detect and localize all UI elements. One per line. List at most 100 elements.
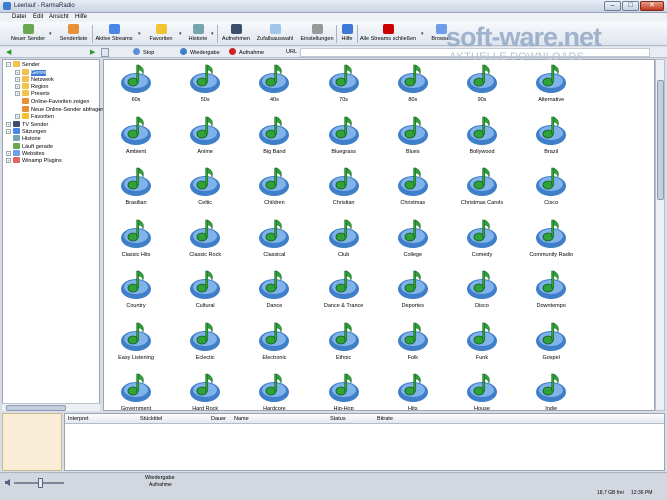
tree-expand-toggle[interactable]: + (6, 122, 11, 127)
genre-item[interactable]: Bollywood (447, 114, 517, 164)
tree-item-new-online-stations[interactable]: Neue Online-Sender abfragen (22, 106, 104, 113)
genre-item[interactable]: Classical (239, 217, 309, 267)
tree-expand-toggle[interactable]: + (15, 114, 20, 119)
genre-item[interactable]: Downtempo (516, 268, 586, 318)
genre-item[interactable]: 60s (104, 62, 171, 112)
help-button[interactable]: Hilfe (338, 22, 356, 46)
tree-expand-toggle[interactable]: + (6, 129, 11, 134)
col-header-name[interactable]: Name (234, 416, 249, 422)
close-streams-dropdown[interactable]: ▾ (421, 31, 424, 37)
tree-expand-toggle[interactable]: + (6, 151, 11, 156)
history-dropdown[interactable]: ▾ (211, 31, 214, 37)
stop-button[interactable]: Stop (133, 48, 154, 57)
record-button[interactable]: Aufnehmen (220, 22, 252, 46)
col-header-bitrate[interactable]: Bitrate (377, 416, 393, 422)
volume-slider-thumb[interactable] (38, 478, 43, 488)
station-list-button[interactable]: Senderliste (56, 22, 91, 46)
genre-item[interactable]: Ethnic (309, 320, 379, 370)
favorites-dropdown[interactable]: ▾ (179, 31, 182, 37)
minimize-button[interactable]: – (604, 1, 621, 11)
tree-item-tv[interactable]: TV Sender (13, 121, 48, 128)
genre-item[interactable]: House (447, 371, 517, 410)
genre-item[interactable]: Deportes (378, 268, 448, 318)
genre-item[interactable]: Christian (309, 165, 379, 215)
genre-item[interactable]: Big Band (239, 114, 309, 164)
tree-item-network[interactable]: Netzwerk (22, 76, 54, 83)
genre-item[interactable]: Bluegrass (309, 114, 379, 164)
scroll-thumb[interactable] (6, 405, 66, 411)
genre-item[interactable]: Alternative (516, 62, 586, 112)
genre-item[interactable]: Classic Hits (104, 217, 171, 267)
col-header-artist[interactable]: Interpret (68, 416, 88, 422)
tree-item-websites[interactable]: Websites (13, 150, 45, 157)
genre-item[interactable]: Christmas Carols (447, 165, 517, 215)
genre-item[interactable]: Ambient (104, 114, 171, 164)
tree-item-genre[interactable]: Genre (22, 69, 47, 76)
genre-item[interactable]: 70s (309, 62, 379, 112)
menu-view[interactable]: Ansicht (49, 14, 69, 20)
close-button[interactable]: ✕ (640, 1, 664, 11)
genre-item[interactable]: Indie (516, 371, 586, 410)
tree-expand-toggle[interactable]: + (15, 91, 20, 96)
menu-help[interactable]: Hilfe (75, 14, 87, 20)
col-header-status[interactable]: Status (330, 416, 346, 422)
genre-item[interactable]: Brazil (516, 114, 586, 164)
grid-vertical-scrollbar[interactable] (655, 59, 665, 411)
new-station-dropdown[interactable]: ▾ (49, 31, 52, 37)
tree-item-sessions[interactable]: Sitzungen (13, 128, 46, 135)
genre-item[interactable]: Dance & Trance (309, 268, 379, 318)
back-arrow-icon[interactable]: ◀ (6, 48, 11, 57)
streams-dropdown[interactable]: ▾ (138, 31, 141, 37)
tree-expand-toggle[interactable]: + (15, 77, 20, 82)
tree-item-winamp[interactable]: Winamp Plugins (13, 157, 62, 164)
genre-item[interactable]: Blues (378, 114, 448, 164)
tree-horizontal-scrollbar[interactable] (2, 403, 100, 411)
new-station-button[interactable]: Neuer Sender (8, 22, 48, 46)
genre-item[interactable]: Electronic (239, 320, 309, 370)
tree-item-presets[interactable]: Presets (22, 90, 50, 97)
view-toggle-icon[interactable] (101, 48, 109, 57)
genre-item[interactable]: Cisco (516, 165, 586, 215)
speaker-icon[interactable] (4, 478, 13, 487)
tree-item-history[interactable]: Historie (13, 135, 41, 142)
genre-item[interactable]: Dance (239, 268, 309, 318)
genre-item[interactable]: Hard Rock (170, 371, 240, 410)
genre-item[interactable]: Disco (447, 268, 517, 318)
genre-item[interactable]: Eclectic (170, 320, 240, 370)
history-button[interactable]: Historie (186, 22, 210, 46)
record-toggle-button[interactable]: Aufnahme (229, 48, 264, 57)
maximize-button[interactable]: □ (622, 1, 639, 11)
tree-item-online-favorites[interactable]: Online-Favoriten zeigen (22, 98, 89, 105)
close-all-streams-button[interactable]: Alle Streams schließen (359, 22, 417, 46)
tree-item-favorites[interactable]: Favoriten (22, 113, 54, 120)
genre-item[interactable]: Gospel (516, 320, 586, 370)
genre-item[interactable]: Comedy (447, 217, 517, 267)
tree-expand-toggle[interactable]: + (6, 158, 11, 163)
genre-item[interactable]: 50s (170, 62, 240, 112)
tree-item-sender[interactable]: Sender (13, 61, 40, 68)
col-header-duration[interactable]: Dauer (211, 416, 226, 422)
genre-item[interactable]: Classic Rock (170, 217, 240, 267)
genre-item[interactable]: Cultural (170, 268, 240, 318)
genre-item[interactable]: 90s (447, 62, 517, 112)
menu-edit[interactable]: Edit (33, 14, 43, 20)
genre-item[interactable]: Folk (378, 320, 448, 370)
genre-item[interactable]: 80s (378, 62, 448, 112)
tree-expand-toggle[interactable]: + (15, 70, 20, 75)
genre-item[interactable]: College (378, 217, 448, 267)
genre-item[interactable]: Children (239, 165, 309, 215)
genre-item[interactable]: Celtic (170, 165, 240, 215)
tree-collapse-toggle[interactable]: − (6, 62, 11, 67)
genre-item[interactable]: Funk (447, 320, 517, 370)
menu-file[interactable]: Datei (12, 14, 26, 20)
forward-arrow-icon[interactable]: ▶ (90, 48, 95, 57)
genre-item[interactable]: Easy Listening (104, 320, 171, 370)
tree-item-now-playing[interactable]: Läuft gerade (13, 143, 53, 150)
genre-item[interactable]: Brasilian (104, 165, 171, 215)
shuffle-button[interactable]: Zufallsauswahl (255, 22, 295, 46)
tree-expand-toggle[interactable]: + (15, 84, 20, 89)
genre-item[interactable]: Anime (170, 114, 240, 164)
tree-item-region[interactable]: Region (22, 83, 48, 90)
genre-item[interactable]: Hardcore (239, 371, 309, 410)
genre-item[interactable]: Community Radio (516, 217, 586, 267)
